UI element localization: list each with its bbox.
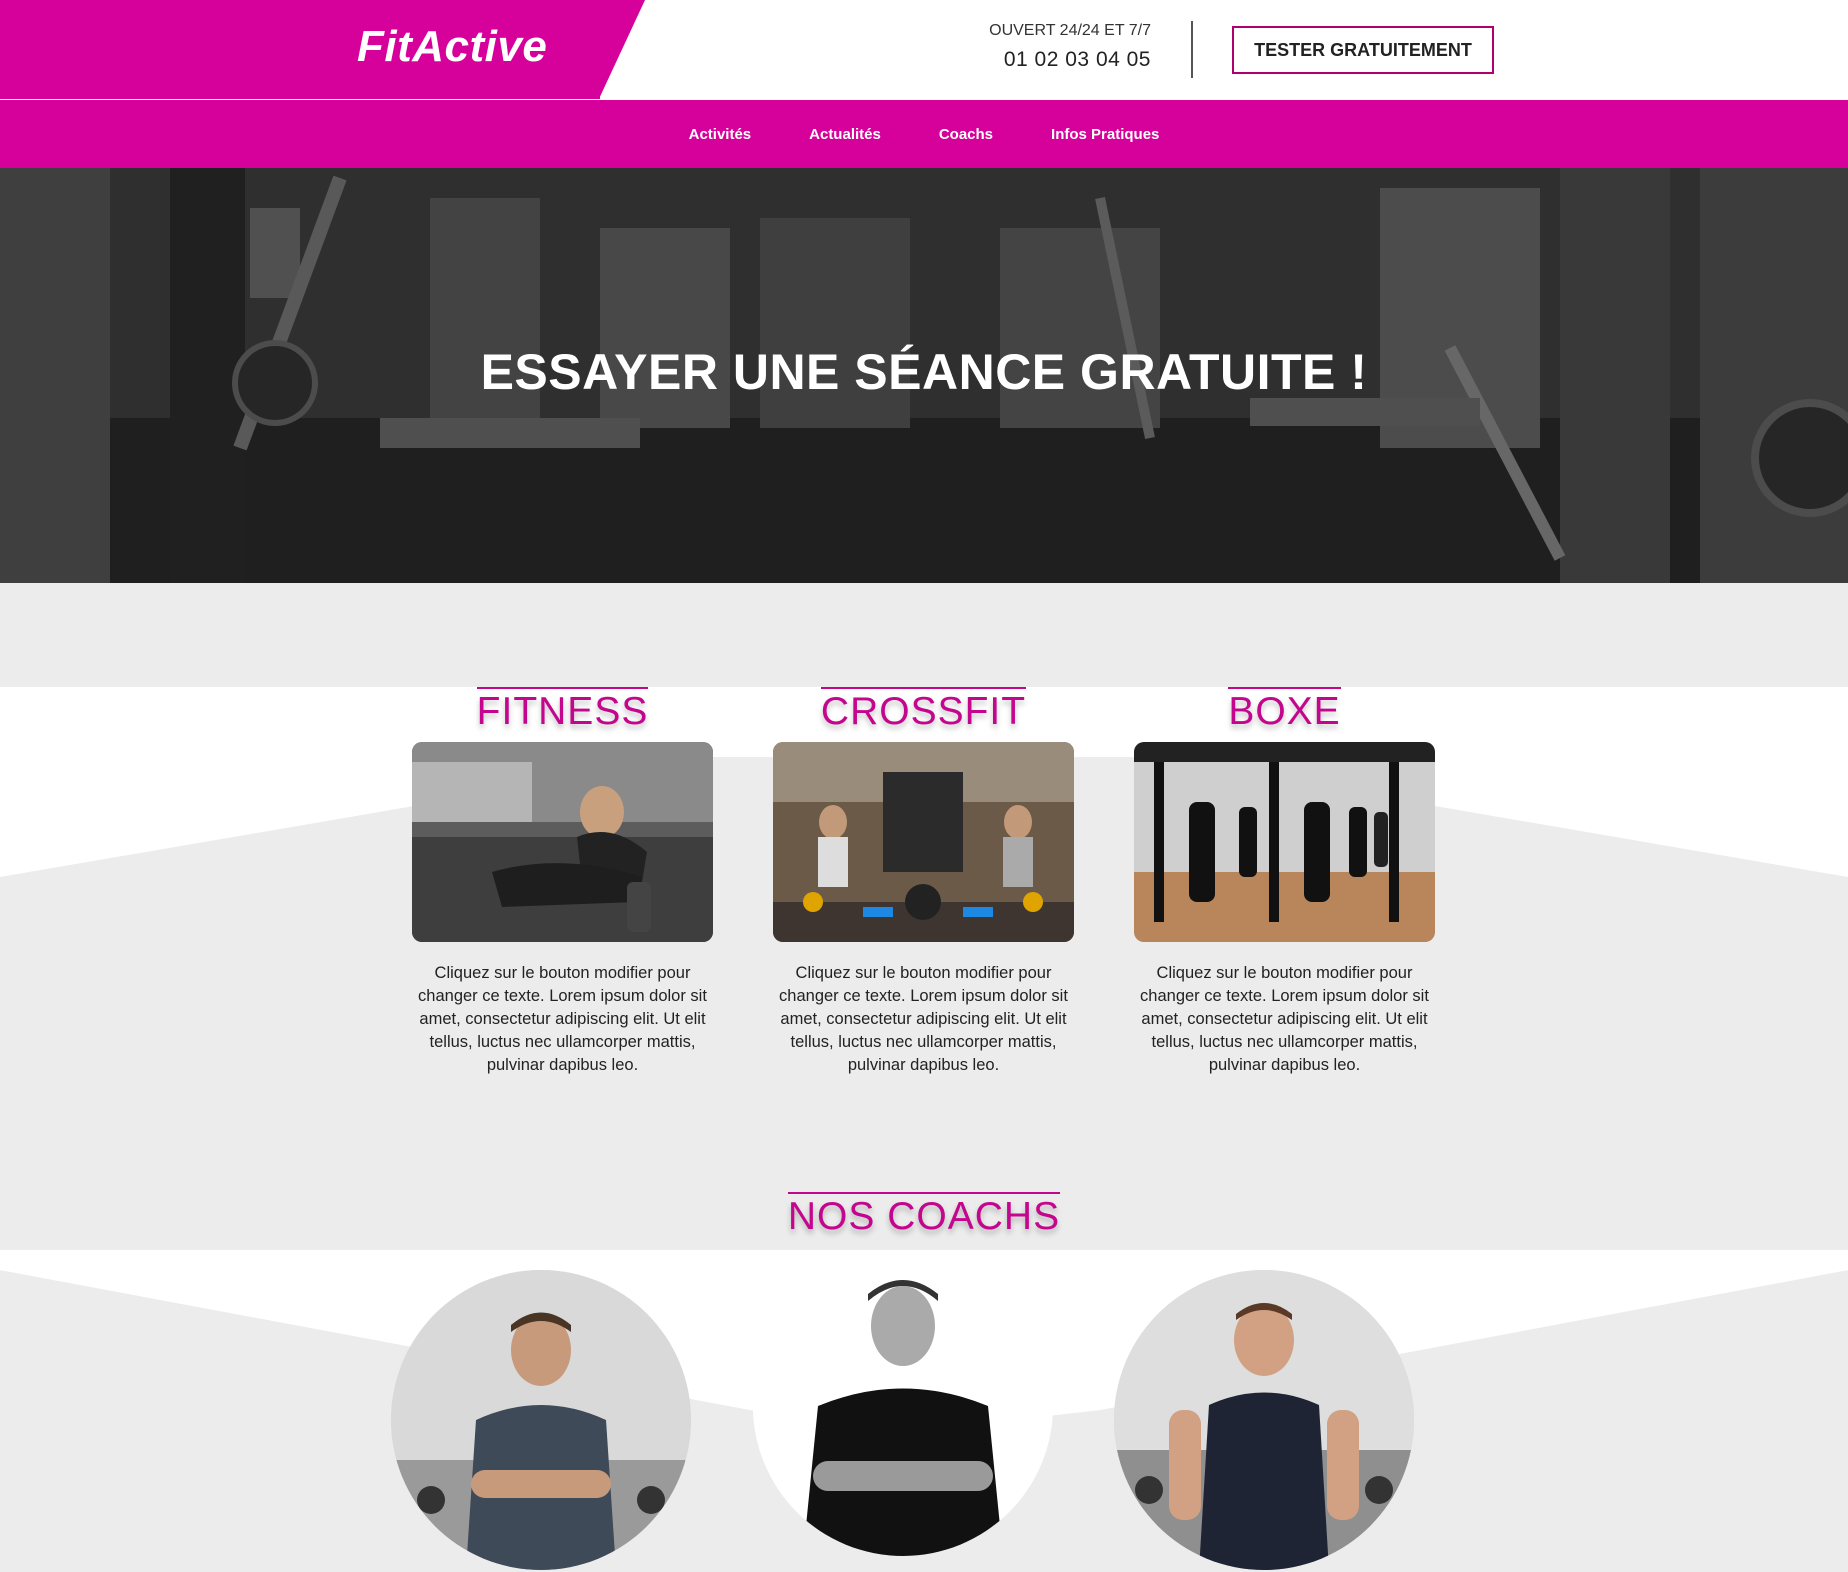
header-divider (1191, 21, 1193, 78)
boxing-image (1134, 742, 1435, 942)
logo-banner (0, 0, 645, 97)
hero-title: ESSAYER UNE SÉANCE GRATUITE ! (480, 344, 1368, 400)
free-trial-button[interactable]: TESTER GRATUITEMENT (1232, 26, 1494, 74)
coach-photo-2[interactable] (753, 1256, 1053, 1556)
activity-description: Cliquez sur le bouton modifier pour chan… (779, 964, 1068, 1074)
activity-description: Cliquez sur le bouton modifier pour chan… (1140, 964, 1429, 1074)
site-header: FitActive OUVERT 24/24 ET 7/7 01 02 03 0… (0, 0, 1848, 100)
activity-title: FITNESS (476, 687, 649, 732)
coaches-section (0, 1250, 1848, 1572)
activity-title: BOXE (1228, 687, 1341, 732)
activity-card-boxe[interactable]: BOXE Cliquez sur le bouton modifier pour… (1134, 687, 1435, 1077)
nav-item-coachs[interactable]: Coachs (939, 126, 993, 143)
activity-card-fitness[interactable]: FITNESS Cliquez sur le bouton modifier p… (412, 687, 713, 1077)
logo-underline (0, 96, 600, 99)
opening-hours: OUVERT 24/24 ET 7/7 (989, 22, 1151, 39)
main-nav: Activités Actualités Coachs Infos Pratiq… (0, 100, 1848, 168)
activity-description: Cliquez sur le bouton modifier pour chan… (418, 964, 707, 1074)
coach-photo-3[interactable] (1114, 1270, 1414, 1570)
activity-title: CROSSFIT (820, 687, 1027, 732)
nav-item-activites[interactable]: Activités (689, 126, 752, 143)
phone-number[interactable]: 01 02 03 04 05 (985, 48, 1151, 72)
crossfit-image (773, 742, 1074, 942)
coaches-title: NOS COACHS (787, 1192, 1061, 1237)
activities-section: FITNESS Cliquez sur le bouton modifier p… (0, 687, 1848, 1247)
nav-item-actualites[interactable]: Actualités (809, 126, 881, 143)
coach-photo-1[interactable] (391, 1270, 691, 1570)
nav-item-infos-pratiques[interactable]: Infos Pratiques (1051, 126, 1159, 143)
section-spacer (0, 583, 1848, 687)
activity-card-crossfit[interactable]: CROSSFIT Cliquez sur le bouton modifier … (773, 687, 1074, 1077)
hero-banner: ESSAYER UNE SÉANCE GRATUITE ! (0, 168, 1848, 583)
site-logo[interactable]: FitActive (357, 22, 547, 72)
fitness-image (412, 742, 713, 942)
